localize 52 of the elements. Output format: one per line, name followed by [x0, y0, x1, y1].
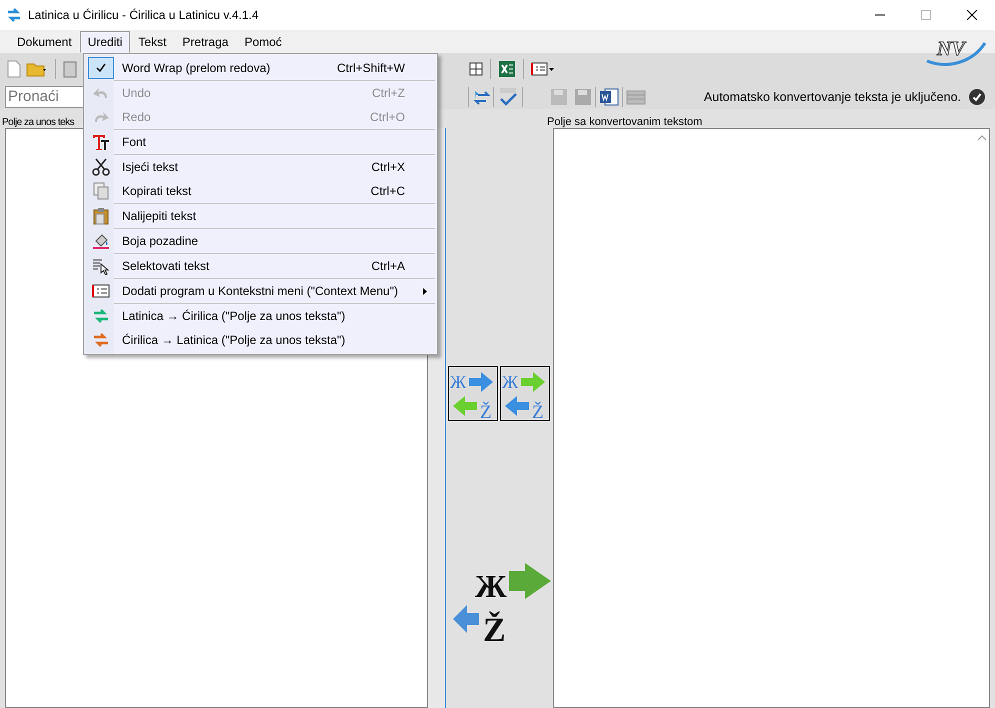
- panel-label: Polje sa konvertovanim tekstom: [547, 116, 702, 128]
- copy-icon: [92, 182, 110, 200]
- shortcut-label: Ctrl+X: [371, 160, 405, 174]
- save-icon[interactable]: [574, 88, 592, 106]
- menu-item[interactable]: Pretraga: [174, 30, 236, 52]
- shortcut-label: Ctrl+Z: [372, 86, 405, 100]
- paint-bucket-icon: [92, 232, 110, 250]
- list-window-icon: [92, 282, 110, 300]
- menu-item[interactable]: Dokument: [9, 30, 80, 52]
- list-window-icon[interactable]: [531, 60, 555, 76]
- close-icon[interactable]: [967, 10, 977, 20]
- menu-item[interactable]: Isjeći tekst: [122, 160, 372, 174]
- status-text: Automatsko konvertovanje teksta je uključeno.: [704, 90, 961, 104]
- menu-item[interactable]: Tekst: [130, 30, 174, 52]
- shortcut-label: Ctrl+Shift+W: [336, 61, 405, 75]
- shortcut-label: Ctrl+A: [371, 259, 405, 273]
- shortcut-label: Ctrl+C: [370, 184, 405, 198]
- menu-item[interactable]: Dodati program u Kontekstni meni ("Context Menu"): [122, 284, 405, 298]
- menu-item[interactable]: Font: [122, 135, 405, 149]
- folder-icon[interactable]: [26, 60, 48, 76]
- paste-icon: [92, 207, 110, 225]
- menu-item[interactable]: Nalijepiti tekst: [122, 209, 405, 223]
- app-icon: [6, 7, 22, 23]
- submenu-arrow-icon: [423, 288, 427, 295]
- archive-icon[interactable]: [626, 88, 646, 106]
- convert-logo: Ж Ž: [453, 561, 553, 645]
- menu-item[interactable]: Ćirilica → Latinica ("Polje za unos teksta"): [122, 333, 405, 347]
- new-document-icon[interactable]: [6, 60, 22, 78]
- scroll-up-icon[interactable]: [978, 135, 986, 140]
- logo: NV: [925, 33, 987, 67]
- shortcut-label: Ctrl+O: [370, 110, 405, 124]
- menu-item[interactable]: Boja pozadine: [122, 234, 405, 248]
- table-icon[interactable]: [469, 60, 483, 76]
- convert-arrows-icon: [92, 307, 110, 325]
- window-title: Latinica u Ćirilicu - Ćirilica u Latinicu v.4.1.4: [28, 8, 260, 22]
- scissors-icon: [92, 158, 110, 176]
- spreadsheet-icon[interactable]: [498, 60, 516, 78]
- convert-arrows-icon: [92, 331, 110, 349]
- document-export-icon[interactable]: [599, 86, 619, 106]
- search-field[interactable]: Pronaći: [5, 86, 83, 108]
- spellcheck-icon[interactable]: [497, 86, 519, 108]
- menu-item[interactable]: Selektovati tekst: [122, 259, 372, 273]
- menu-item[interactable]: Latinica → Ćirilica ("Polje za unos teksta"): [122, 309, 405, 323]
- font-icon: [92, 133, 110, 151]
- clipboard-icon[interactable]: [63, 60, 77, 78]
- panel-label: Polje za unos teks: [2, 117, 74, 128]
- maximize-icon[interactable]: [921, 10, 931, 20]
- menu-item[interactable]: Word Wrap (prelom redova): [122, 61, 337, 75]
- select-cursor-icon: [92, 257, 110, 275]
- menu-item[interactable]: Pomoć: [236, 30, 290, 52]
- menu-item[interactable]: Urediti: [80, 30, 130, 52]
- menu-item[interactable]: Kopirati tekst: [122, 184, 371, 198]
